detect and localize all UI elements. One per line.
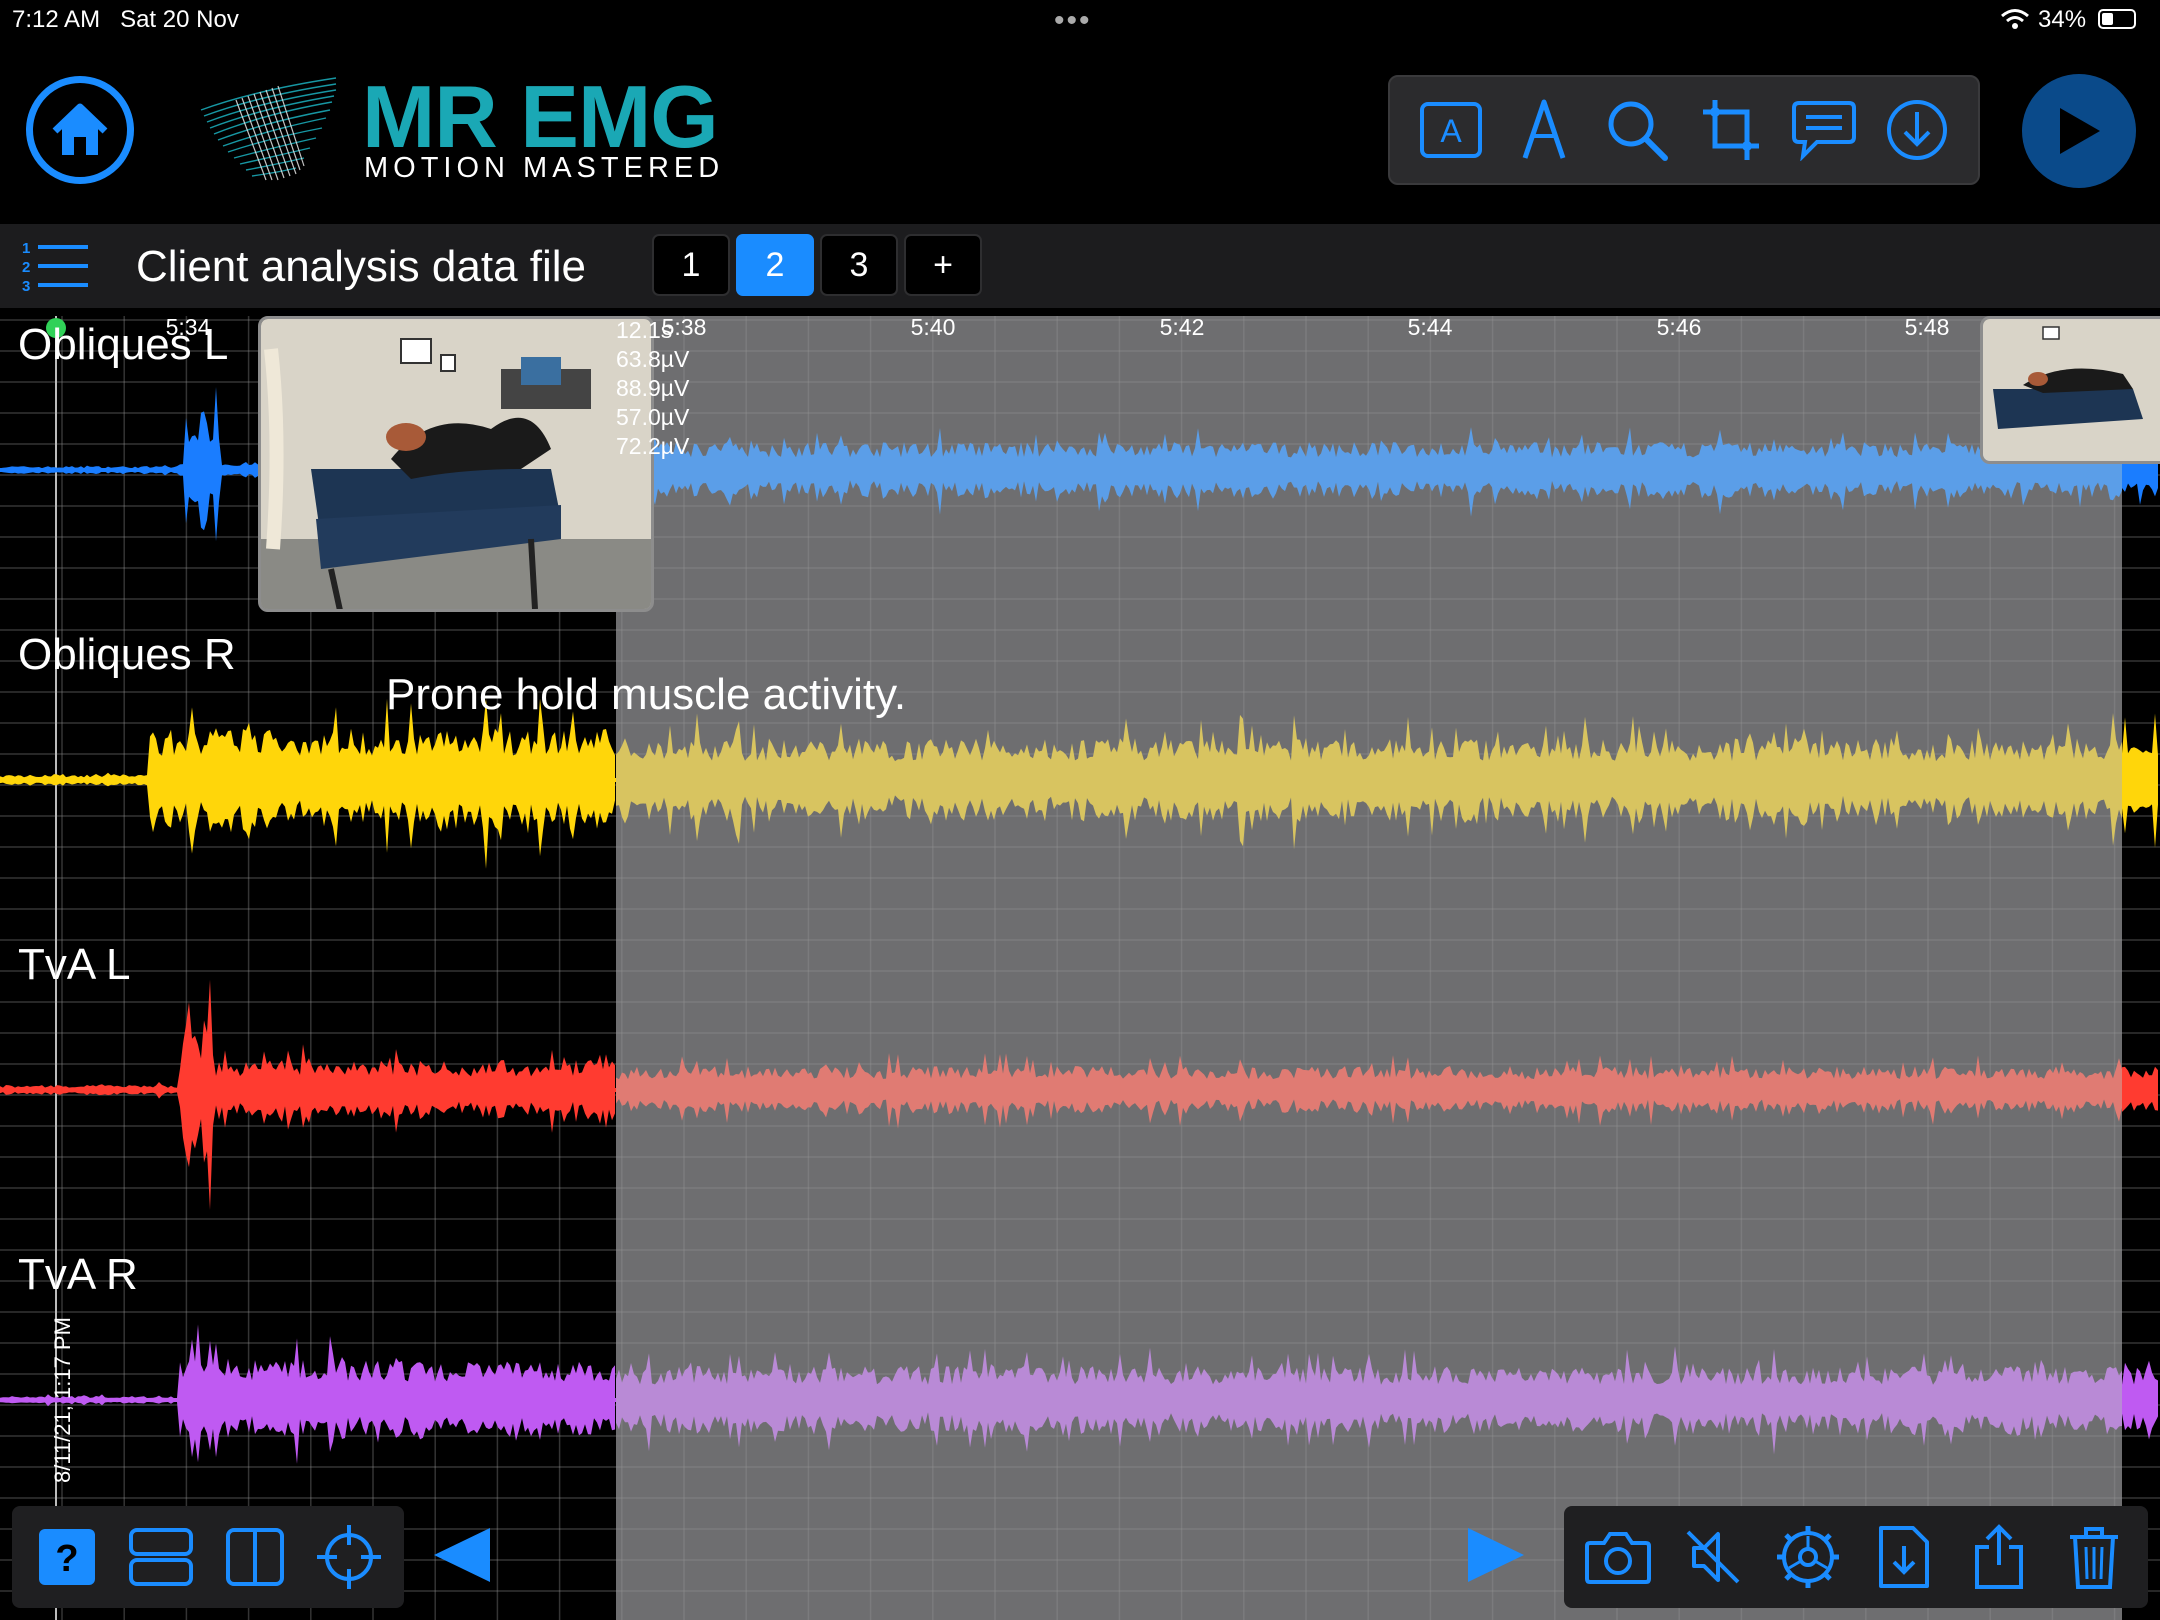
waveform-tva-r <box>0 1324 615 1464</box>
readout-value: 57.0µV <box>616 404 690 430</box>
crop-icon <box>1702 100 1759 160</box>
page-button-3[interactable]: 3 <box>820 234 898 296</box>
download-button[interactable] <box>1881 94 1953 166</box>
channel-label: Obliques R <box>18 630 236 679</box>
split-view-button[interactable] <box>217 1519 293 1595</box>
file-bar: 1 2 3 Client analysis data file 1 2 3 + <box>0 224 2160 308</box>
trash-icon <box>2070 1527 2119 1589</box>
comment-button[interactable] <box>1788 94 1860 166</box>
readout-value: 88.9µV <box>616 375 690 401</box>
crosshair-button[interactable] <box>311 1519 387 1595</box>
next-segment-button[interactable] <box>1466 1526 1526 1589</box>
emg-plot[interactable]: 5:34 5:38 5:40 5:42 5:44 5:46 5:48 Obliq… <box>0 308 2160 1620</box>
svg-text:1: 1 <box>22 240 30 257</box>
share-icon <box>1974 1524 2023 1589</box>
battery-percentage: 34% <box>2038 6 2087 33</box>
mute-icon <box>1686 1530 1740 1584</box>
channel-label: TvA L <box>18 940 131 989</box>
crosshair-icon <box>317 1525 381 1589</box>
download-icon <box>1887 100 1948 160</box>
file-import-icon <box>1878 1526 1929 1588</box>
time-tick-label: 5:46 <box>1656 314 1702 340</box>
session-date: 8/11/21, 1:17 PM <box>50 1317 75 1483</box>
search-button[interactable] <box>1601 94 1673 166</box>
settings-icon <box>1777 1526 1840 1588</box>
settings-button[interactable] <box>1770 1519 1846 1595</box>
delete-button[interactable] <box>2056 1519 2132 1595</box>
time-tick-label: 5:42 <box>1159 314 1205 340</box>
waveform-edge-obliques-r <box>2122 713 2158 848</box>
numbered-list-icon[interactable]: 1 2 3 <box>20 238 92 294</box>
readout-time: 12.1s <box>616 317 673 343</box>
play-button[interactable] <box>2022 74 2136 188</box>
comment-icon <box>1791 101 1856 161</box>
waveform-obliques-r <box>0 698 615 869</box>
add-page-button[interactable]: + <box>904 234 982 296</box>
annotation-text[interactable]: Prone hold muscle activity. <box>386 670 906 720</box>
pen-button[interactable] <box>1508 94 1580 166</box>
search-icon <box>1608 101 1669 161</box>
camera-button[interactable] <box>1580 1519 1656 1595</box>
waveform-edge-tva-r <box>2122 1360 2158 1440</box>
help-icon: ? <box>39 1529 95 1585</box>
brand-subtitle: MOTION MASTERED <box>364 152 725 184</box>
crop-button[interactable] <box>1695 94 1767 166</box>
time-tick-label: 5:48 <box>1904 314 1950 340</box>
play-icon <box>2060 108 2100 154</box>
brand-logo-icon <box>200 77 337 181</box>
triangle-right-icon <box>1468 1528 1524 1582</box>
page-button-2[interactable]: 2 <box>736 234 814 296</box>
help-button[interactable]: ? <box>29 1519 105 1595</box>
home-icon <box>52 103 108 155</box>
text-annotation-icon: A <box>1419 102 1482 158</box>
wifi-icon <box>2001 9 2029 29</box>
readout-value: 72.2µV <box>616 433 690 459</box>
cursor-readout: 12.1s 63.8µV 88.9µV 57.0µV 72.2µV <box>616 316 689 461</box>
video-frame-image <box>1983 319 2160 461</box>
waveform-edge-tva-l <box>2122 1066 2158 1112</box>
readout-value: 63.8µV <box>616 346 690 372</box>
previous-segment-button[interactable] <box>432 1526 492 1589</box>
video-thumbnail[interactable] <box>258 316 654 612</box>
status-time: 7:12 AM Sat 20 Nov <box>12 6 239 33</box>
stacked-view-button[interactable] <box>123 1519 199 1595</box>
page-button-1[interactable]: 1 <box>652 234 730 296</box>
time-tick-label: 5:44 <box>1407 314 1453 340</box>
bottom-right-toolbar <box>1564 1506 2148 1608</box>
svg-text:A: A <box>1440 113 1462 149</box>
battery-icon <box>2098 9 2136 29</box>
multitasking-dots-icon[interactable]: ••• <box>1054 4 1092 38</box>
channel-label: TvA R <box>18 1250 138 1299</box>
mute-button[interactable] <box>1675 1519 1751 1595</box>
svg-text:3: 3 <box>22 278 30 294</box>
top-toolbar: A <box>1388 75 1980 185</box>
file-title: Client analysis data file <box>136 242 587 291</box>
home-button[interactable] <box>26 76 134 184</box>
bottom-left-toolbar: ? <box>12 1506 404 1608</box>
channel-label: Obliques L <box>18 320 229 369</box>
status-bar: 7:12 AM Sat 20 Nov ••• 34% <box>0 0 2160 40</box>
video-frame-image <box>261 319 651 609</box>
share-button[interactable] <box>1961 1519 2037 1595</box>
time-tick-label: 5:40 <box>910 314 956 340</box>
svg-text:?: ? <box>55 1538 78 1580</box>
svg-text:2: 2 <box>22 259 30 276</box>
page-selector: 1 2 3 + <box>652 234 982 296</box>
camera-icon <box>1584 1532 1651 1584</box>
split-view-icon <box>226 1528 284 1586</box>
stacked-view-icon <box>129 1528 193 1586</box>
text-annotation-button[interactable]: A <box>1415 94 1487 166</box>
pen-icon <box>1522 99 1566 159</box>
import-file-button[interactable] <box>1866 1519 1942 1595</box>
video-thumbnail-secondary[interactable] <box>1980 316 2160 464</box>
triangle-left-icon <box>434 1528 490 1582</box>
